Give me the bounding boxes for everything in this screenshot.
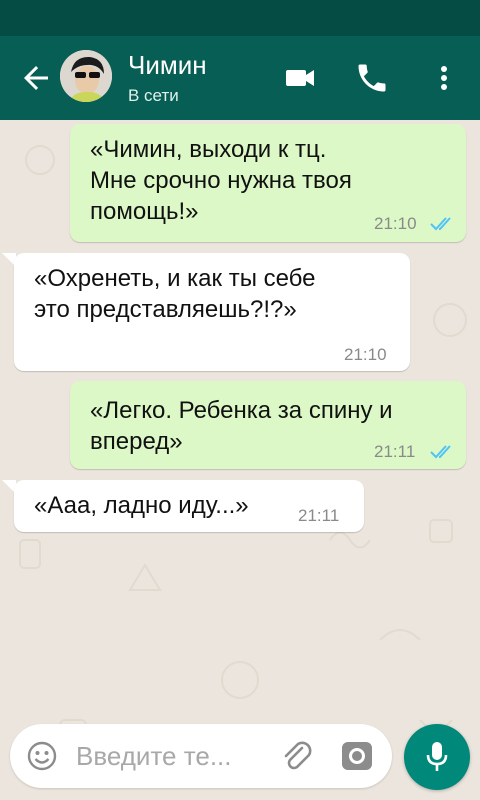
message-line: помощь!» [90, 198, 199, 225]
double-check-read-icon [430, 445, 451, 459]
message-text: «Ааа, ладно иду...» [34, 490, 249, 521]
contact-status: В сети [128, 86, 179, 105]
message-line: это представляешь?!?» [34, 296, 297, 323]
message-bubble-outgoing[interactable]: «Чимин, выходи к тц. Мне срочно нужна тв… [70, 124, 466, 242]
message-time: 21:11 [374, 442, 416, 461]
emoji-icon[interactable] [26, 740, 58, 772]
chat-area[interactable]: «Чимин, выходи к тц. Мне срочно нужна тв… [0, 120, 480, 800]
status-bar [0, 0, 480, 36]
message-text: «Охренеть, и как ты себе это представляе… [34, 263, 316, 325]
avatar-photo [60, 50, 112, 102]
message-bubble-outgoing[interactable]: «Легко. Ребенка за спину и вперед» 21:11 [70, 381, 466, 469]
message-text: «Чимин, выходи к тц. Мне срочно нужна тв… [90, 134, 352, 227]
message-time: 21:11 [298, 506, 340, 525]
phone-icon[interactable] [354, 60, 390, 96]
message-bubble-incoming[interactable]: «Охренеть, и как ты себе это представляе… [14, 253, 410, 371]
arrow-left-icon[interactable] [18, 60, 54, 96]
microphone-button[interactable] [404, 724, 470, 790]
double-check-read-icon [430, 217, 451, 231]
message-bubble-incoming[interactable]: «Ааа, ладно иду...» 21:11 [14, 480, 364, 532]
paperclip-icon[interactable] [280, 738, 314, 774]
camera-icon[interactable] [340, 740, 374, 772]
message-text: «Легко. Ребенка за спину и вперед» [90, 395, 393, 457]
message-line: «Легко. Ребенка за спину и [90, 397, 393, 424]
message-input[interactable]: Введите те... [76, 740, 232, 772]
message-time: 21:10 [344, 345, 387, 364]
message-time: 21:10 [374, 214, 417, 233]
video-camera-icon[interactable] [282, 62, 318, 94]
message-line: «Охренеть, и как ты себе [34, 265, 316, 292]
contact-name[interactable]: Чимин [128, 50, 207, 80]
microphone-icon [426, 742, 448, 771]
message-line: вперед» [90, 428, 183, 455]
message-line: «Ааа, ладно иду...» [34, 492, 249, 519]
message-line: «Чимин, выходи к тц. [90, 136, 327, 163]
more-vert-icon[interactable] [432, 60, 456, 96]
message-line: Мне срочно нужна твоя [90, 167, 352, 194]
avatar[interactable] [60, 50, 112, 102]
chat-header: Чимин В сети [0, 36, 480, 120]
message-composer[interactable]: Введите те... [10, 724, 392, 788]
